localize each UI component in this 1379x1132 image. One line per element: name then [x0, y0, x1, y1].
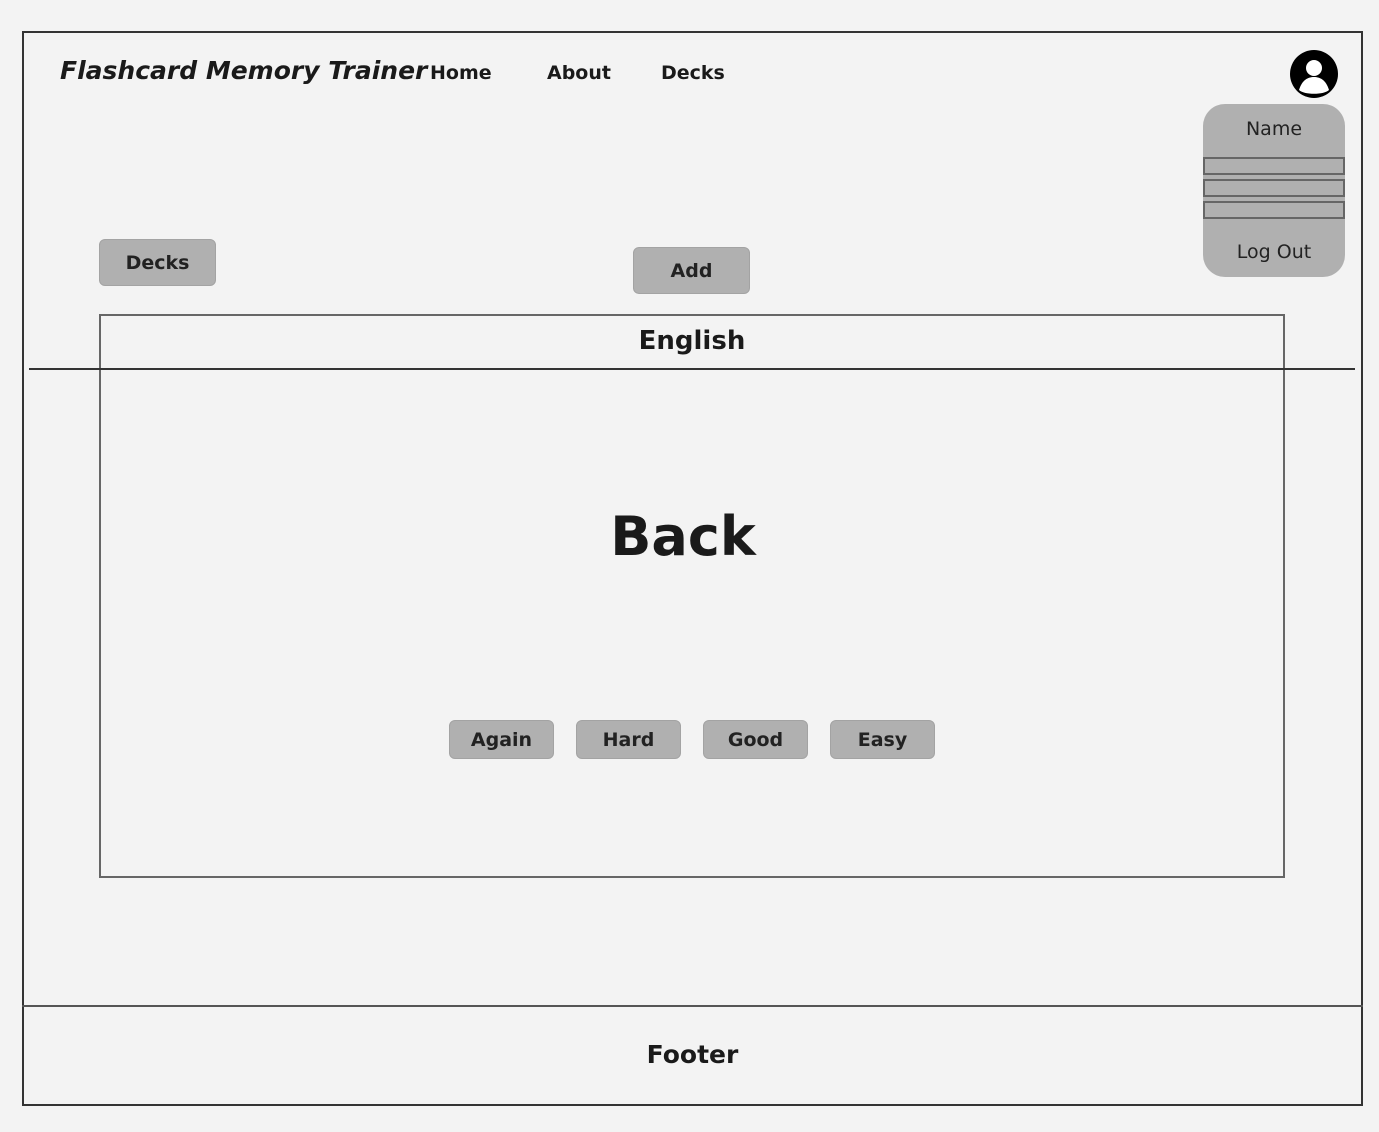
- deck-title: English: [638, 326, 746, 356]
- user-menu-item[interactable]: [1203, 157, 1345, 175]
- user-menu-item[interactable]: [1203, 201, 1345, 219]
- footer: Footer: [646, 1040, 739, 1069]
- hard-button[interactable]: Hard: [576, 720, 681, 759]
- user-silhouette-icon: [1292, 52, 1336, 96]
- flashcard: [99, 314, 1285, 878]
- nav-home-link[interactable]: Home: [430, 62, 492, 84]
- nav-decks-link[interactable]: Decks: [661, 62, 725, 84]
- user-name: Name: [1245, 118, 1303, 140]
- header-divider: [29, 368, 1355, 370]
- user-menu-item[interactable]: [1203, 179, 1345, 197]
- user-avatar-icon[interactable]: [1290, 50, 1338, 98]
- again-button[interactable]: Again: [449, 720, 554, 759]
- easy-button[interactable]: Easy: [830, 720, 935, 759]
- footer-divider: [22, 1005, 1363, 1007]
- nav-about-link[interactable]: About: [547, 62, 611, 84]
- good-button[interactable]: Good: [703, 720, 808, 759]
- card-face-text: Back: [610, 505, 756, 568]
- app-title: Flashcard Memory Trainer: [60, 56, 428, 85]
- add-button[interactable]: Add: [633, 247, 750, 294]
- logout-button[interactable]: Log Out: [1203, 241, 1345, 263]
- decks-button[interactable]: Decks: [99, 239, 216, 286]
